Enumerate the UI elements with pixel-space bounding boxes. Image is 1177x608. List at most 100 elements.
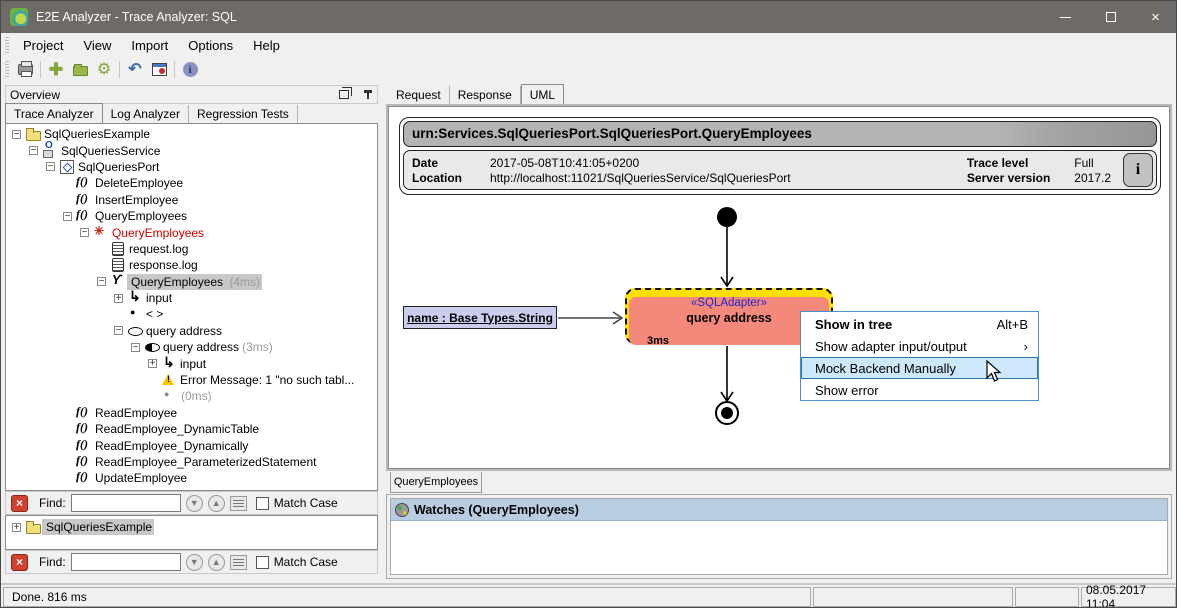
tree-row[interactable]: SqlQueriesExample: [6, 126, 377, 142]
expander-icon[interactable]: [12, 523, 21, 532]
expander-icon[interactable]: [114, 294, 123, 303]
tab-trace-analyzer[interactable]: Trace Analyzer: [5, 103, 103, 123]
title-bar: E2E Analyzer - Trace Analyzer: SQL ×: [1, 1, 1177, 33]
minimize-button[interactable]: [1043, 1, 1088, 33]
tree-row[interactable]: ReadEmployee_DynamicTable: [6, 421, 377, 437]
tree-row[interactable]: QueryEmployees: [6, 224, 377, 240]
tree-row-selected[interactable]: QueryEmployees (4ms): [6, 274, 377, 290]
tree-row[interactable]: UpdateEmployee: [6, 470, 377, 486]
menu-project[interactable]: Project: [13, 35, 73, 57]
tree-row[interactable]: Error Message: 1 "no such tabl...: [6, 372, 377, 388]
status-datetime: 08.05.2017 11:04: [1081, 587, 1176, 607]
tree-row[interactable]: QueryEmployees: [6, 208, 377, 224]
expander-icon[interactable]: [12, 130, 21, 139]
expander-icon[interactable]: [63, 212, 72, 221]
info-button[interactable]: i: [180, 60, 200, 80]
activity-call-icon: [144, 340, 161, 354]
menu-import[interactable]: Import: [121, 35, 178, 57]
watches-header[interactable]: Watches (QueryEmployees): [391, 499, 1167, 521]
tab-uml[interactable]: UML: [521, 84, 564, 104]
parameter-node[interactable]: name : Base Types.String: [403, 306, 557, 329]
find-label: Find:: [39, 555, 66, 569]
menu-item-show-in-tree[interactable]: Show in tree Alt+B: [801, 313, 1038, 335]
status-cell: [813, 587, 1013, 607]
menu-help[interactable]: Help: [243, 35, 290, 57]
find-prev-button[interactable]: ▲: [208, 495, 225, 512]
match-case-checkbox[interactable]: [256, 497, 269, 510]
tree-row[interactable]: InsertEmployee: [6, 192, 377, 208]
tab-regression-tests[interactable]: Regression Tests: [189, 105, 298, 123]
find-options-button[interactable]: [230, 555, 247, 570]
status-bar: Done. 816 ms 08.05.2017 11:04: [1, 583, 1177, 607]
tree-row[interactable]: query address (3ms): [6, 339, 377, 355]
tab-response[interactable]: Response: [450, 86, 521, 104]
find-input[interactable]: [71, 553, 181, 571]
maximize-button[interactable]: [1088, 1, 1133, 33]
open-folder-icon: [73, 66, 88, 76]
expander-icon[interactable]: [29, 146, 38, 155]
tree-row[interactable]: request.log: [6, 241, 377, 257]
toolbar-grip[interactable]: [5, 61, 9, 79]
function-icon: [76, 471, 93, 485]
tree-row[interactable]: SqlQueriesService: [6, 142, 377, 158]
close-button[interactable]: ×: [1133, 1, 1177, 33]
menu-item-show-adapter-io[interactable]: Show adapter input/output ›: [801, 335, 1038, 357]
expander-icon[interactable]: [46, 162, 55, 171]
tab-request[interactable]: Request: [388, 86, 450, 104]
tree-row[interactable]: SqlQueriesPort: [6, 159, 377, 175]
menubar-grip[interactable]: [5, 37, 9, 55]
expander-icon[interactable]: [114, 326, 123, 335]
tab-log-analyzer[interactable]: Log Analyzer: [103, 105, 189, 123]
menu-options[interactable]: Options: [178, 35, 243, 57]
mouse-cursor: [986, 360, 1004, 384]
trace-report-button[interactable]: [149, 60, 169, 80]
expander-icon[interactable]: [148, 359, 157, 368]
new-button[interactable]: ✚: [46, 60, 66, 80]
print-button[interactable]: [15, 60, 35, 80]
undo-button[interactable]: ↶: [125, 60, 145, 80]
open-button[interactable]: [70, 60, 90, 80]
expander-icon[interactable]: [131, 343, 140, 352]
function-icon: [76, 209, 93, 223]
tree-row[interactable]: query address: [6, 323, 377, 339]
detail-tabs: Request Response UML: [388, 85, 564, 104]
tree-row[interactable]: ReadEmployee_ParameterizedStatement: [6, 454, 377, 470]
overview-header: Overview: [5, 85, 378, 104]
tree-row[interactable]: < >: [6, 306, 377, 322]
gear-icon: ⚙: [97, 62, 111, 78]
expander-icon[interactable]: [80, 228, 89, 237]
uml-bottom-tab[interactable]: QueryEmployees: [390, 472, 482, 493]
find-prev-button[interactable]: ▲: [208, 554, 225, 571]
find-next-button[interactable]: ▼: [186, 495, 203, 512]
find-label: Find:: [39, 496, 66, 510]
find-next-button[interactable]: ▼: [186, 554, 203, 571]
tree-row[interactable]: ReadEmployee: [6, 405, 377, 421]
close-find-button[interactable]: ×: [11, 495, 28, 512]
find-input[interactable]: [71, 494, 181, 512]
application-window: E2E Analyzer - Trace Analyzer: SQL × Pro…: [0, 0, 1177, 608]
menu-view[interactable]: View: [73, 35, 121, 57]
tree-row[interactable]: input: [6, 355, 377, 371]
tree-row-selected[interactable]: SqlQueriesExample: [6, 519, 377, 535]
folder-icon: [25, 520, 42, 534]
float-panel-icon[interactable]: [339, 90, 349, 99]
settings-button[interactable]: ⚙: [94, 60, 114, 80]
pin-panel-icon[interactable]: [363, 89, 373, 101]
tree-row[interactable]: input: [6, 290, 377, 306]
trace-icon: [110, 275, 127, 289]
tree-row[interactable]: DeleteEmployee: [6, 175, 377, 191]
tree-row[interactable]: ReadEmployee_Dynamically: [6, 437, 377, 453]
tree-row[interactable]: response.log: [6, 257, 377, 273]
node-duration: 3ms: [647, 335, 669, 347]
find-options-button[interactable]: [230, 496, 247, 511]
pane-splitter[interactable]: [378, 81, 386, 579]
close-find-button[interactable]: ×: [11, 554, 28, 571]
tree-row[interactable]: (0ms): [6, 388, 377, 404]
match-case-checkbox[interactable]: [256, 556, 269, 569]
expander-icon[interactable]: [97, 277, 106, 286]
overview-title: Overview: [10, 88, 339, 102]
report-window-icon: [152, 63, 167, 76]
node-label: query address: [629, 311, 829, 325]
state-dot-icon: [127, 307, 144, 321]
initial-node[interactable]: [717, 207, 737, 227]
